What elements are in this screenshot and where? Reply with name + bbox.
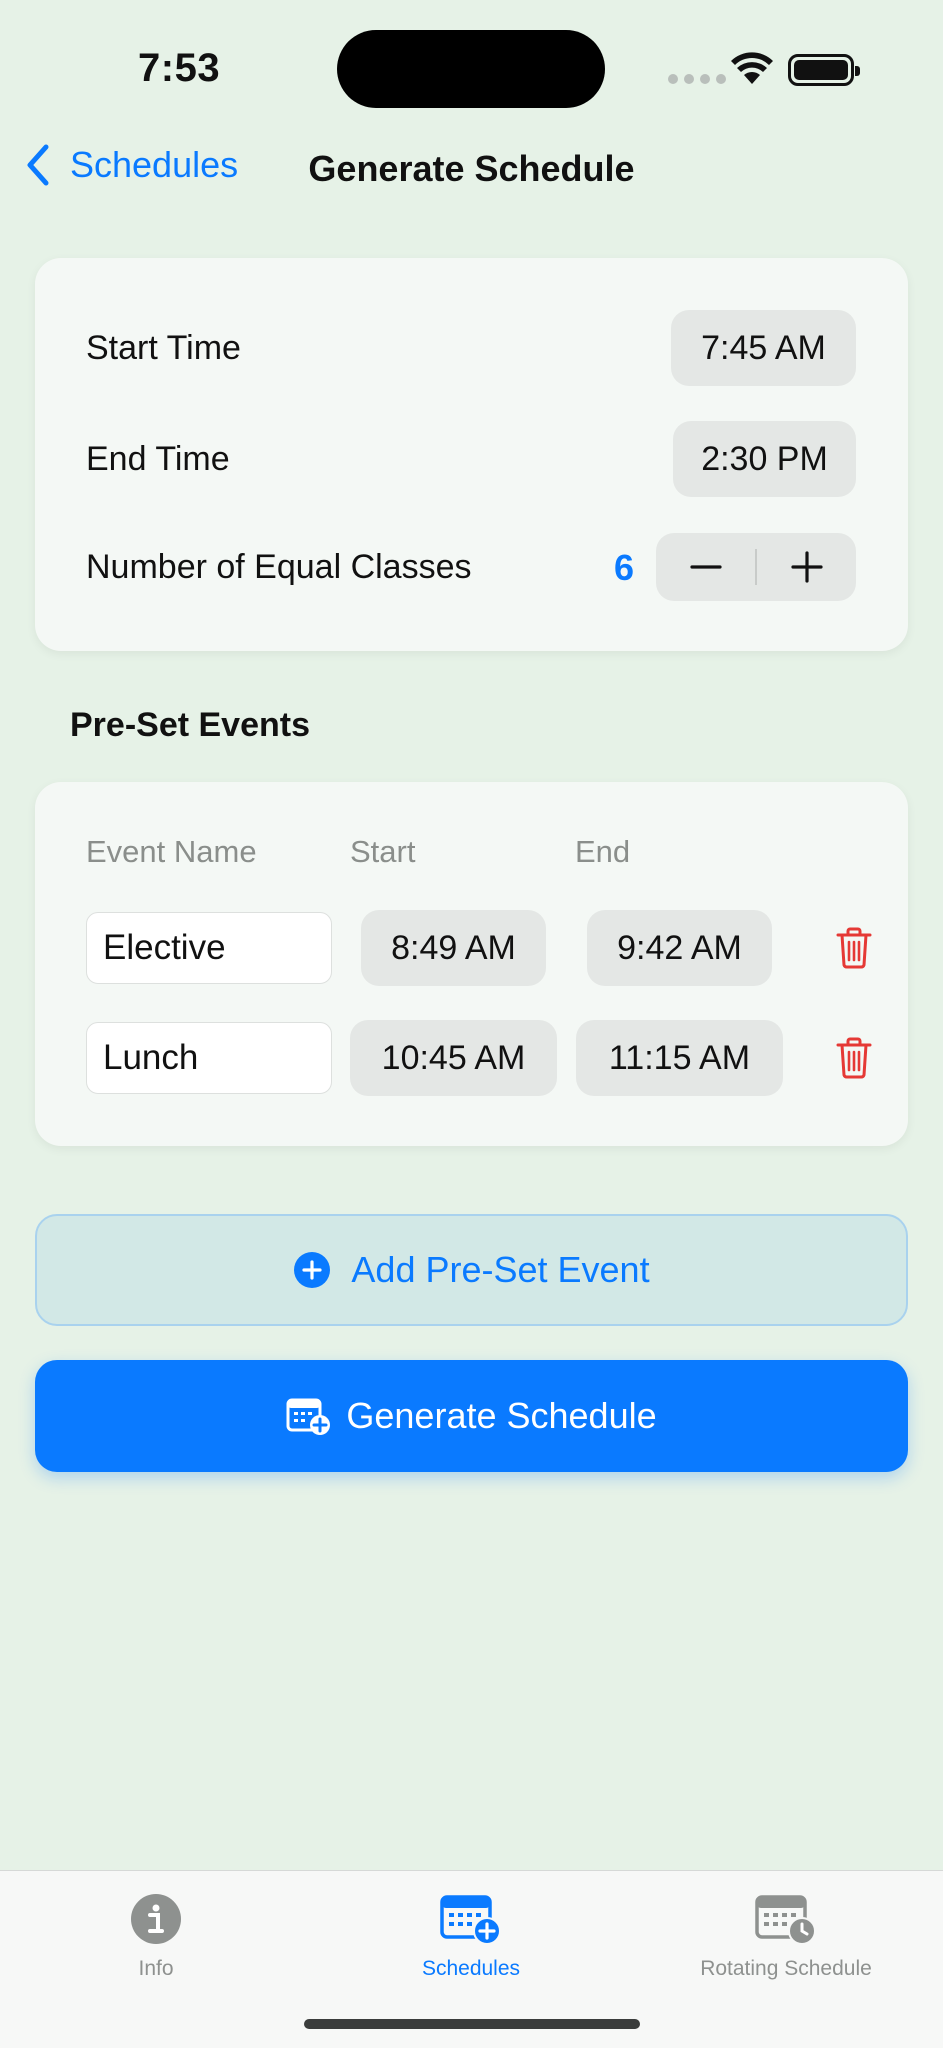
classes-stepper[interactable] [656, 533, 856, 601]
end-time-label: End Time [86, 440, 230, 478]
classes-count-label: Number of Equal Classes [86, 548, 472, 586]
add-preset-event-label: Add Pre-Set Event [351, 1249, 650, 1290]
calendar-plus-icon [286, 1398, 331, 1435]
decrement-button[interactable] [656, 533, 755, 601]
add-preset-event-button[interactable]: Add Pre-Set Event [35, 1214, 908, 1326]
home-indicator [304, 2019, 640, 2029]
event-start-picker[interactable]: 10:45 AM [350, 1020, 557, 1096]
start-time-picker[interactable]: 7:45 AM [671, 310, 856, 386]
status-time: 7:53 [138, 46, 221, 90]
page-title: Generate Schedule [308, 148, 635, 189]
column-header-name: Event Name [86, 834, 257, 869]
calendar-plus-icon [440, 1895, 501, 1945]
tab-info[interactable]: Info [106, 1889, 206, 1981]
wifi-icon [731, 52, 773, 84]
dynamic-island [337, 30, 605, 108]
event-start-picker[interactable]: 8:49 AM [361, 910, 546, 986]
battery-icon [788, 54, 860, 86]
start-time-label: Start Time [86, 329, 241, 367]
event-end-picker[interactable]: 11:15 AM [576, 1020, 783, 1096]
calendar-clock-icon [755, 1895, 816, 1945]
event-name-input[interactable]: Elective [86, 912, 332, 984]
column-header-end: End [575, 834, 631, 869]
generate-schedule-label: Generate Schedule [346, 1395, 657, 1436]
event-end-picker[interactable]: 9:42 AM [587, 910, 772, 986]
column-header-start: Start [350, 834, 416, 869]
cellular-signal-icon [668, 74, 726, 84]
generate-schedule-button[interactable]: Generate Schedule [35, 1360, 908, 1472]
tab-schedules-label: Schedules [421, 1957, 521, 1980]
plus-circle-icon [294, 1252, 331, 1288]
tab-info-label: Info [138, 1957, 174, 1980]
info-icon [131, 1894, 181, 1944]
preset-events-title: Pre-Set Events [70, 706, 310, 744]
tab-schedules[interactable]: Schedules [400, 1889, 542, 1981]
minus-icon [689, 565, 722, 569]
increment-button[interactable] [757, 533, 856, 601]
plus-icon [790, 551, 823, 583]
tab-rotating-schedule[interactable]: Rotating Schedule [676, 1889, 896, 1981]
trash-icon[interactable] [836, 1037, 872, 1079]
trash-icon[interactable] [836, 927, 872, 969]
tab-rotating-schedule-label: Rotating Schedule [700, 1957, 872, 1980]
classes-count-value: 6 [614, 547, 635, 588]
end-time-picker[interactable]: 2:30 PM [673, 421, 856, 497]
event-name-input[interactable]: Lunch [86, 1022, 332, 1094]
